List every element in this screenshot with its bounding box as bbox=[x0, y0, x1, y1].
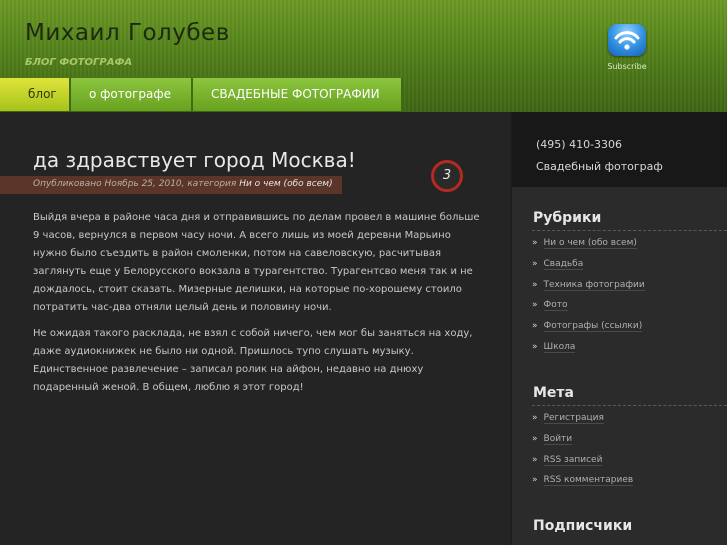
post-paragraph: Не ожидая такого расклада, не взял с соб… bbox=[33, 328, 473, 393]
post-category-link[interactable]: Ни о чем (обо всем) bbox=[239, 179, 332, 189]
meta-link[interactable]: » RSS комментариев bbox=[532, 475, 634, 496]
meta-list: » Регистрация » Войти » RSS записей » RSS ко… bbox=[532, 413, 634, 496]
meta-link[interactable]: » RSS записей bbox=[532, 454, 633, 476]
widget-divider bbox=[532, 230, 727, 231]
widget-title-rubrics: Рубрики bbox=[533, 210, 602, 226]
main-nav: блог о фотографе СВАДЕБНЫЕ ФОТОГРАФИИ bbox=[0, 78, 403, 111]
widget-divider bbox=[532, 405, 727, 406]
post-paragraph: Выйдя вчера в районе часа дня и отправив… bbox=[33, 212, 480, 313]
nav-item-wedding-photos[interactable]: СВАДЕБНЫЕ ФОТОГРАФИИ bbox=[193, 78, 403, 111]
comment-count-badge[interactable]: 3 bbox=[431, 160, 463, 192]
rss-icon[interactable] bbox=[608, 24, 646, 56]
rubric-item[interactable]: » Свадьба bbox=[532, 258, 645, 280]
rubric-item[interactable]: » Ни о чем (обо всем) bbox=[532, 238, 645, 259]
rubric-item[interactable]: » Фотографы (ссылки) bbox=[532, 321, 645, 342]
contact-phone: (495) 410-3306 bbox=[536, 138, 623, 151]
meta-link[interactable]: » Регистрация bbox=[532, 413, 633, 434]
sidebar: (495) 410-3306 Свадебный фотограф Рубрик… bbox=[512, 112, 727, 545]
rubrics-list: » Ни о чем (обо всем) » Свадьба » Техника ф… bbox=[532, 238, 645, 363]
contact-tagline: Свадебный фотограф bbox=[536, 160, 663, 173]
meta-link[interactable]: » Войти bbox=[532, 433, 633, 455]
main-content: да здравствует город Москва! Опубликован… bbox=[0, 112, 510, 545]
post-meta: Опубликовано Ноябрь 25, 2010, категория … bbox=[33, 179, 333, 189]
site-description: блог фотографа bbox=[25, 57, 133, 68]
nav-item-about[interactable]: о фотографе bbox=[71, 78, 193, 111]
post-meta-prefix: Опубликовано Ноябрь 25, 2010, категория bbox=[33, 179, 237, 189]
rubric-item[interactable]: » Школа bbox=[532, 341, 645, 363]
subscribe-label[interactable]: Subscribe bbox=[605, 62, 649, 71]
nav-item-blog[interactable]: блог bbox=[0, 78, 71, 111]
rubric-item[interactable]: » Техника фотографии bbox=[532, 279, 645, 301]
site-title[interactable]: Михаил Голубев bbox=[25, 20, 230, 46]
widget-title-meta: Мета bbox=[533, 385, 574, 401]
post-title[interactable]: да здравствует город Москва! bbox=[33, 148, 356, 172]
subscribe-link[interactable]: Subscribe bbox=[605, 24, 649, 71]
rubric-item[interactable]: » Фото bbox=[532, 300, 645, 321]
widget-title-subscribers: Подписчики bbox=[533, 518, 633, 534]
